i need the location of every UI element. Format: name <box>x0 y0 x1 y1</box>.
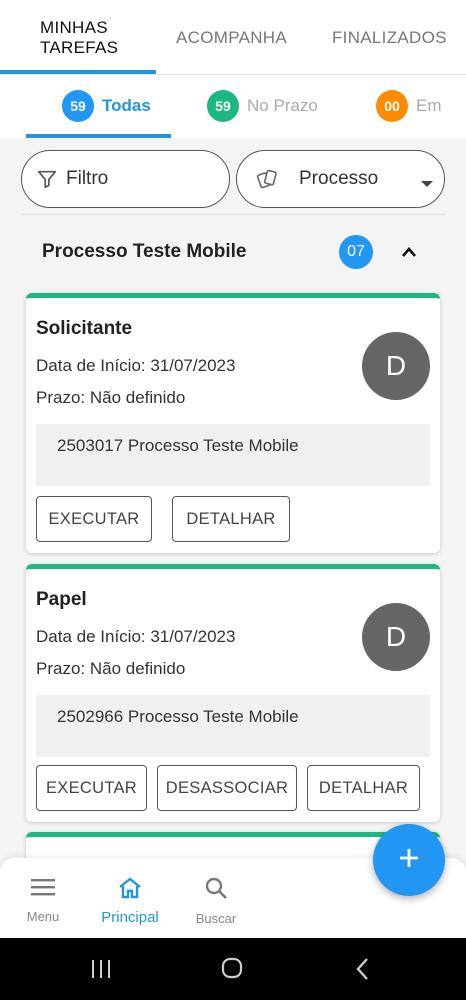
filter-funnel-icon <box>36 168 58 190</box>
task-card[interactable]: Papel Data de Início: 31/07/2023 Prazo: … <box>26 564 440 822</box>
search-icon <box>204 876 228 905</box>
detail-button[interactable]: DETALHAR <box>172 496 290 542</box>
tab-finalizados[interactable]: FINALIZADOS <box>332 0 452 76</box>
system-navigation-bar <box>0 938 466 1000</box>
filter-tab-em[interactable]: 00 Em <box>376 89 466 123</box>
filter-row: Filtro Processo <box>0 138 466 216</box>
task-title: Solicitante <box>36 318 133 339</box>
home-icon <box>117 876 143 905</box>
filter-label: Filtro <box>66 168 109 189</box>
task-deadline: Prazo: Não definido <box>36 659 186 678</box>
tab-divider <box>0 74 466 75</box>
home-circle-icon[interactable] <box>220 956 244 985</box>
execute-button[interactable]: EXECUTAR <box>36 765 147 811</box>
disassociate-button[interactable]: DESASSOCIAR <box>157 765 297 811</box>
nav-label: Buscar <box>195 911 237 926</box>
section-divider <box>22 214 446 215</box>
avatar: D <box>362 603 430 671</box>
count-badge: 59 <box>207 90 239 122</box>
chevron-up-icon[interactable] <box>396 239 422 265</box>
tab-minhas-tarefas[interactable]: MINHAS TAREFAS <box>40 0 150 76</box>
execute-button[interactable]: EXECUTAR <box>36 496 152 542</box>
add-button[interactable] <box>373 824 445 896</box>
count-badge: 59 <box>62 90 94 122</box>
count-badge: 00 <box>376 90 408 122</box>
task-process: 2503017 Processo Teste Mobile <box>36 424 430 486</box>
task-start-date: Data de Início: 31/07/2023 <box>36 627 236 646</box>
filter-tab-label: No Prazo <box>247 96 318 115</box>
top-tab-bar: MINHAS TAREFAS ACOMPANHAMENTO FINALIZADO… <box>0 0 466 76</box>
nav-principal[interactable]: Principal <box>96 876 164 926</box>
process-select[interactable]: Processo <box>236 150 445 208</box>
task-card[interactable]: Solicitante Data de Início: 31/07/2023 P… <box>26 293 440 553</box>
process-group-header[interactable]: Processo Teste Mobile 07 <box>22 222 446 282</box>
menu-icon <box>30 876 56 903</box>
nav-label: Principal <box>101 909 159 926</box>
process-label: Processo <box>299 168 379 189</box>
detail-button[interactable]: DETALHAR <box>307 765 420 811</box>
process-cards-icon <box>255 166 281 192</box>
tab-acompanhamento[interactable]: ACOMPANHAMENTO <box>176 0 288 76</box>
task-process: 2502966 Processo Teste Mobile <box>36 695 430 757</box>
back-icon[interactable] <box>354 957 370 986</box>
filter-tab-no-prazo[interactable]: 59 No Prazo <box>207 89 337 123</box>
nav-label: Menu <box>26 909 60 924</box>
filter-tab-todas[interactable]: 59 Todas <box>62 89 172 123</box>
status-filter-bar: 59 Todas 59 No Prazo 00 Em <box>0 76 466 138</box>
recent-apps-icon[interactable] <box>90 958 112 985</box>
caret-down-icon <box>420 173 434 195</box>
task-title: Papel <box>36 589 87 610</box>
filter-tab-label: Em <box>416 96 442 115</box>
avatar: D <box>362 332 430 400</box>
group-count-badge: 07 <box>339 235 373 269</box>
plus-icon <box>397 846 421 875</box>
filter-tab-label: Todas <box>102 96 151 115</box>
nav-buscar[interactable]: Buscar <box>192 876 240 926</box>
task-deadline: Prazo: Não definido <box>36 388 186 407</box>
task-start-date: Data de Início: 31/07/2023 <box>36 356 236 375</box>
nav-menu[interactable]: Menu <box>24 876 62 924</box>
group-title: Processo Teste Mobile <box>42 241 247 262</box>
filter-button[interactable]: Filtro <box>21 150 230 208</box>
